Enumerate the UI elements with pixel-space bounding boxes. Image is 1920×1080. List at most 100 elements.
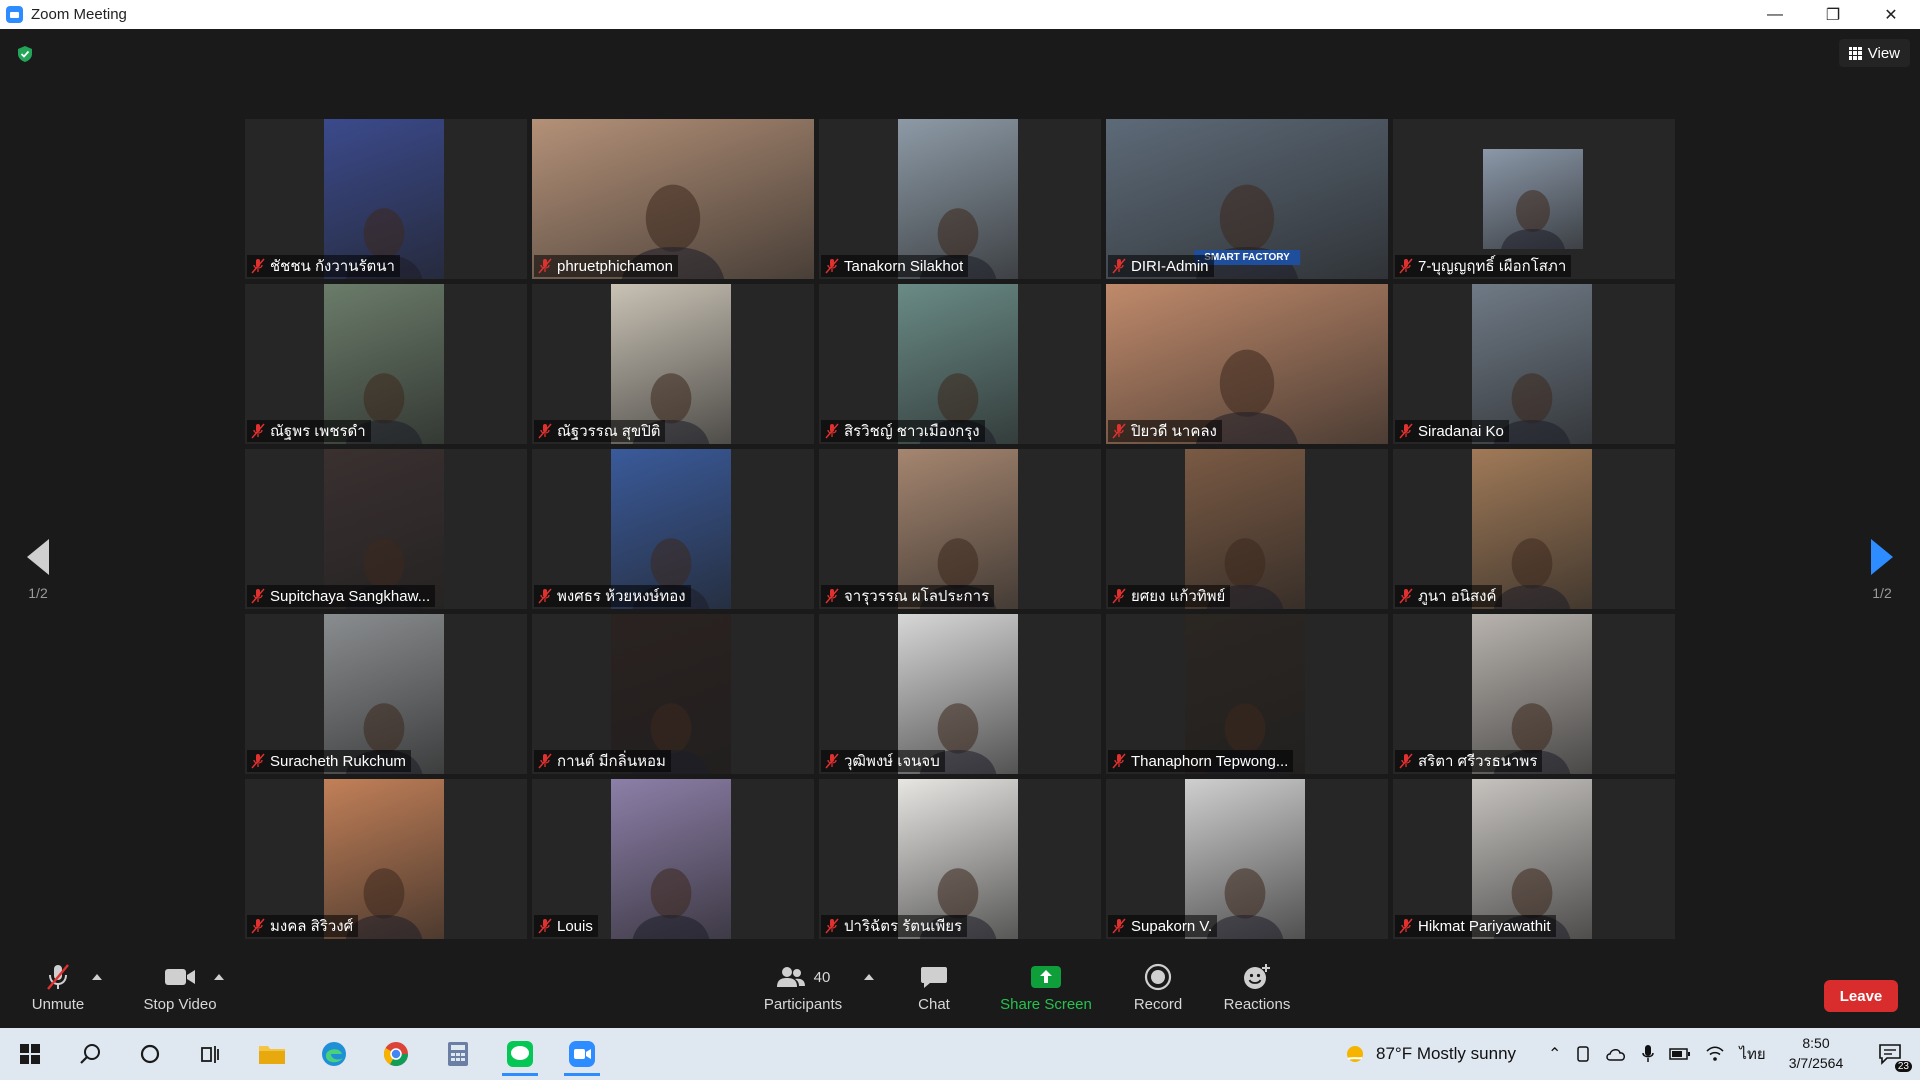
- task-view-icon: [201, 1046, 219, 1063]
- clock-time: 8:50: [1802, 1035, 1830, 1051]
- windows-logo-icon: [20, 1044, 40, 1064]
- zoom-app-button[interactable]: [560, 1034, 604, 1076]
- close-button[interactable]: ✕: [1862, 0, 1920, 29]
- participant-tile[interactable]: วุฒิพงษ์ เจนจบ: [819, 614, 1101, 774]
- participant-tile[interactable]: SMART FACTORY DIRI-Admin: [1106, 119, 1388, 279]
- share-screen-button[interactable]: Share Screen: [996, 962, 1096, 1022]
- participant-tile[interactable]: ณัฐพร เพชรดำ: [245, 284, 527, 444]
- minimize-button[interactable]: —: [1746, 0, 1804, 29]
- next-page-button[interactable]: 1/2: [1852, 509, 1912, 609]
- participant-nameplate: ชัชชน กังวานรัตนา: [247, 255, 400, 277]
- audio-options-caret-icon[interactable]: [92, 974, 102, 980]
- microphone-icon[interactable]: [1641, 1044, 1655, 1064]
- video-options-caret-icon[interactable]: [214, 974, 224, 980]
- notifications-button[interactable]: 23: [1868, 1034, 1912, 1074]
- shield-icon[interactable]: [16, 45, 34, 63]
- previous-page-button[interactable]: 1/2: [8, 509, 68, 609]
- participant-video: [611, 779, 731, 939]
- microphone-muted-icon: [1399, 588, 1413, 604]
- microphone-muted-icon: [251, 258, 265, 274]
- participant-tile[interactable]: กานต์ มีกลิ่นหอม: [532, 614, 814, 774]
- participant-tile[interactable]: มงคล สิริวงศ์: [245, 779, 527, 939]
- view-button[interactable]: View: [1838, 39, 1910, 67]
- restore-button[interactable]: ❐: [1804, 0, 1862, 29]
- microphone-muted-icon: [1399, 753, 1413, 769]
- participant-tile[interactable]: 7-บุญญฤทธิ์ เผือกโสภา: [1393, 119, 1675, 279]
- clock[interactable]: 8:50 3/7/2564: [1774, 1033, 1858, 1073]
- participant-nameplate: Tanakorn Silakhot: [821, 255, 969, 277]
- participant-tile[interactable]: ณัฐวรรณ สุขปิติ: [532, 284, 814, 444]
- participant-name: มงคล สิริวงศ์: [270, 918, 354, 935]
- participant-name: ณัฐวรรณ สุขปิติ: [557, 423, 661, 440]
- participant-nameplate: phruetphichamon: [534, 255, 678, 277]
- participant-name: Supakorn V.: [1131, 917, 1213, 935]
- participant-tile[interactable]: Thanaphorn Tepwong...: [1106, 614, 1388, 774]
- weather-widget[interactable]: 87°F Mostly sunny: [1342, 1028, 1516, 1080]
- microphone-muted-icon: [538, 753, 552, 769]
- chat-label: Chat: [918, 996, 950, 1013]
- leave-button[interactable]: Leave: [1824, 980, 1898, 1012]
- chat-button[interactable]: Chat: [904, 962, 964, 1022]
- input-language[interactable]: ไทย: [1739, 1042, 1765, 1066]
- file-explorer-button[interactable]: [250, 1034, 294, 1074]
- reactions-icon: [1244, 964, 1270, 989]
- microphone-muted-icon: [538, 423, 552, 439]
- search-button[interactable]: [68, 1034, 112, 1074]
- participant-tile[interactable]: สริตา ศรีวรธนาพร: [1393, 614, 1675, 774]
- calculator-button[interactable]: [436, 1034, 480, 1074]
- device-icon[interactable]: [1575, 1044, 1591, 1064]
- participant-nameplate: วุฒิพงษ์ เจนจบ: [821, 750, 945, 772]
- line-app-icon: [507, 1041, 533, 1067]
- record-button[interactable]: Record: [1128, 962, 1188, 1022]
- participant-tile[interactable]: Hikmat Pariyawathit: [1393, 779, 1675, 939]
- stop-video-label: Stop Video: [143, 996, 217, 1013]
- microphone-muted-icon: [1399, 423, 1413, 439]
- edge-icon: [322, 1042, 346, 1066]
- participant-tile[interactable]: ปิยวดี นาคลง: [1106, 284, 1388, 444]
- participant-tile[interactable]: Supitchaya Sangkhaw...: [245, 449, 527, 609]
- participant-name: Hikmat Pariyawathit: [1418, 917, 1551, 935]
- participant-name: ยศยง แก้วทิพย์: [1131, 588, 1226, 605]
- participant-tile[interactable]: ยศยง แก้วทิพย์: [1106, 449, 1388, 609]
- chrome-browser-button[interactable]: [374, 1034, 418, 1074]
- participant-tile[interactable]: Louis: [532, 779, 814, 939]
- participant-tile[interactable]: Suracheth Rukchum: [245, 614, 527, 774]
- weather-text: 87°F Mostly sunny: [1376, 1044, 1517, 1063]
- wifi-icon[interactable]: [1705, 1045, 1725, 1063]
- participant-tile[interactable]: Tanakorn Silakhot: [819, 119, 1101, 279]
- participant-tile[interactable]: สิรวิชญ์ ชาวเมืองกรุง: [819, 284, 1101, 444]
- participant-tile[interactable]: ชัชชน กังวานรัตนา: [245, 119, 527, 279]
- participant-tile[interactable]: Siradanai Ko: [1393, 284, 1675, 444]
- stop-video-button[interactable]: Stop Video: [135, 962, 225, 1022]
- participant-tile[interactable]: phruetphichamon: [532, 119, 814, 279]
- participant-tile[interactable]: ปาริฉัตร รัตนเพียร: [819, 779, 1101, 939]
- participant-tile[interactable]: จารุวรรณ ผโลประการ: [819, 449, 1101, 609]
- microphone-muted-icon: [251, 423, 265, 439]
- participant-tile[interactable]: Supakorn V.: [1106, 779, 1388, 939]
- participants-options-caret-icon[interactable]: [864, 974, 874, 980]
- participant-name: Supitchaya Sangkhaw...: [270, 587, 431, 605]
- window-title: Zoom Meeting: [31, 6, 127, 23]
- unmute-button[interactable]: Unmute: [22, 962, 94, 1022]
- microphone-muted-icon: [538, 258, 552, 274]
- participants-button[interactable]: 40 Participants: [760, 962, 846, 1022]
- battery-icon[interactable]: [1669, 1047, 1691, 1061]
- participant-tile[interactable]: ภูนา อนิสงค์: [1393, 449, 1675, 609]
- microphone-muted-icon: [1399, 918, 1413, 934]
- edge-browser-button[interactable]: [312, 1034, 356, 1074]
- participant-nameplate: ณัฐพร เพชรดำ: [247, 420, 371, 442]
- line-app-button[interactable]: [498, 1034, 542, 1076]
- start-button[interactable]: [8, 1034, 52, 1074]
- task-view-button[interactable]: [188, 1034, 232, 1074]
- reactions-button[interactable]: Reactions: [1220, 962, 1294, 1022]
- participant-nameplate: Louis: [534, 915, 598, 937]
- cortana-button[interactable]: [128, 1034, 172, 1074]
- chevron-up-icon[interactable]: ⌃: [1548, 1044, 1561, 1064]
- cloud-icon[interactable]: [1605, 1046, 1627, 1062]
- participant-name: กานต์ มีกลิ่นหอม: [557, 753, 666, 770]
- reactions-label: Reactions: [1223, 996, 1291, 1013]
- video-camera-icon: [165, 969, 195, 985]
- participant-name: 7-บุญญฤทธิ์ เผือกโสภา: [1418, 258, 1567, 275]
- participant-name: Siradanai Ko: [1418, 422, 1504, 440]
- participant-tile[interactable]: พงศธร ห้วยหงษ์ทอง: [532, 449, 814, 609]
